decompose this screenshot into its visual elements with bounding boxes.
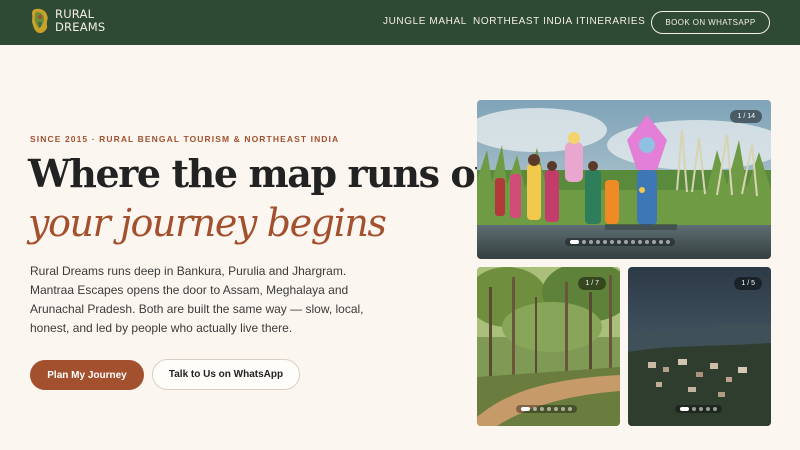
gallery-main-dot[interactable] (603, 240, 607, 244)
hero-headline: Where the map runs out, (28, 151, 530, 196)
gallery-hills-dots[interactable] (675, 405, 722, 413)
gallery-main-dots[interactable] (565, 238, 675, 246)
gallery-forest-counter: 1 / 7 (578, 277, 606, 290)
gallery-forest-dot[interactable] (533, 407, 537, 411)
gallery-main-dot[interactable] (645, 240, 649, 244)
brand-line-2: DREAMS (55, 20, 106, 34)
gallery-hills-dot[interactable] (706, 407, 710, 411)
gallery-forest-card[interactable]: 1 / 7 (477, 267, 620, 426)
gallery-hills-counter: 1 / 5 (734, 277, 762, 290)
gallery-hills-dot[interactable] (680, 407, 689, 411)
gallery-main-dot[interactable] (638, 240, 642, 244)
forest-trail-photo (477, 267, 620, 426)
gallery-main-dot[interactable] (610, 240, 614, 244)
gallery-forest-dot[interactable] (540, 407, 544, 411)
book-on-whatsapp-button[interactable]: BOOK ON WHATSAPP (651, 11, 770, 34)
site-header: RURAL DREAMS JUNGLE MAHAL NORTHEAST INDI… (0, 0, 800, 45)
whatsapp-talk-button[interactable]: Talk to Us on WhatsApp (152, 359, 300, 390)
gallery-forest-dot[interactable] (547, 407, 551, 411)
hero-eyebrow: SINCE 2015 · RURAL BENGAL TOURISM & NORT… (30, 134, 340, 144)
gallery-forest-dot[interactable] (568, 407, 572, 411)
gallery-forest-dot[interactable] (554, 407, 558, 411)
gallery-main-dot[interactable] (652, 240, 656, 244)
gallery-main-dot[interactable] (624, 240, 628, 244)
gallery-forest-dot[interactable] (521, 407, 530, 411)
gallery-main-card[interactable]: 1 / 14 (477, 100, 771, 259)
gallery-forest-dots[interactable] (516, 405, 577, 413)
plan-my-journey-button[interactable]: Plan My Journey (30, 360, 144, 390)
hill-town-photo (628, 267, 771, 426)
hero-lead-paragraph: Rural Dreams runs deep in Bankura, Purul… (30, 264, 364, 335)
gallery-main-counter: 1 / 14 (730, 110, 762, 123)
gallery-main-dot[interactable] (582, 240, 586, 244)
map-logo-icon (30, 8, 50, 34)
gallery-main-dot[interactable] (659, 240, 663, 244)
nav-link-jungle-mahal[interactable]: JUNGLE MAHAL (383, 16, 467, 27)
hero-headline-accent: your journey begins (28, 201, 387, 245)
festival-procession-photo (477, 100, 771, 259)
gallery-hills-card[interactable]: 1 / 5 (628, 267, 771, 426)
gallery-main-dot[interactable] (617, 240, 621, 244)
gallery-hills-dot[interactable] (699, 407, 703, 411)
gallery-main-dot[interactable] (631, 240, 635, 244)
gallery-forest-dot[interactable] (561, 407, 565, 411)
gallery-hills-dot[interactable] (713, 407, 717, 411)
gallery-hills-dot[interactable] (692, 407, 696, 411)
brand-logo[interactable]: RURAL DREAMS (30, 8, 105, 34)
gallery-main-dot[interactable] (570, 240, 579, 244)
gallery-main-dot[interactable] (596, 240, 600, 244)
gallery-main-dot[interactable] (666, 240, 670, 244)
brand-name: RURAL DREAMS (55, 8, 105, 34)
nav-link-itineraries[interactable]: ITINERARIES (576, 16, 645, 27)
nav-link-northeast-india[interactable]: NORTHEAST INDIA (473, 16, 573, 27)
gallery-main-dot[interactable] (589, 240, 593, 244)
